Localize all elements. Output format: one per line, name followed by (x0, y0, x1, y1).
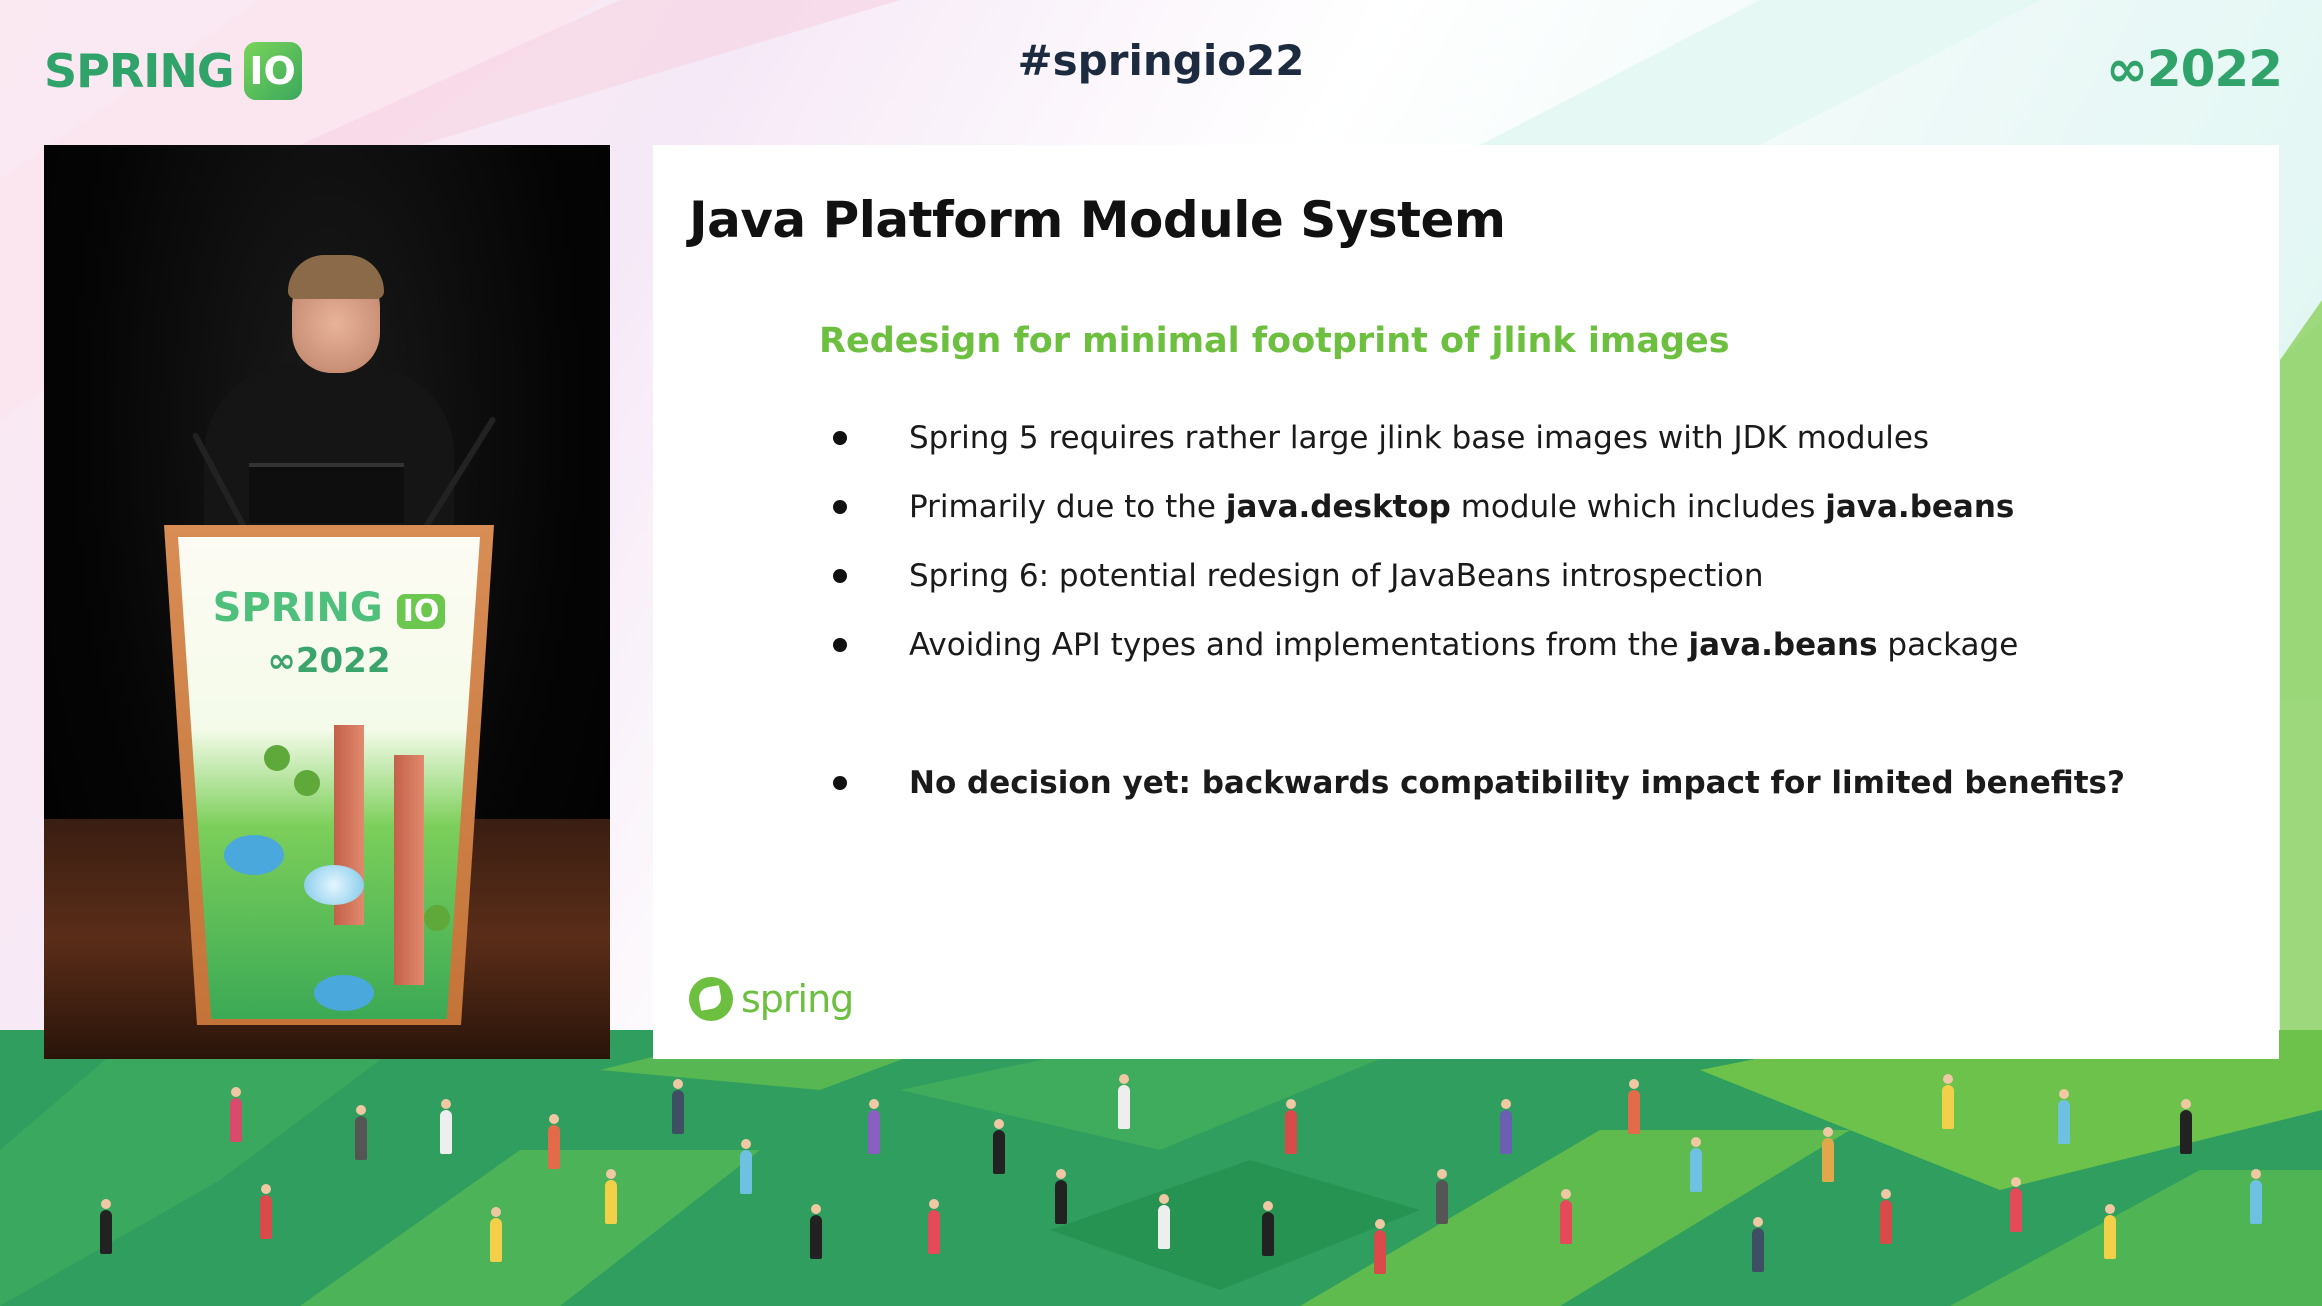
crowd-person (1560, 1189, 1572, 1244)
crowd-person (993, 1119, 1005, 1174)
bullet-item: Primarily due to the java.desktop module… (833, 486, 2125, 555)
bullet-text: Avoiding API types and implementations f… (909, 627, 1689, 663)
bullet-text: module which includes (1450, 489, 1826, 525)
crowd-person (1628, 1079, 1640, 1134)
bullet-dot-icon (833, 638, 847, 652)
bullet-list: Spring 5 requires rather large jlink bas… (833, 417, 2125, 831)
crowd-person (1158, 1194, 1170, 1249)
crowd-person (1690, 1137, 1702, 1192)
bullet-text: package (1877, 627, 2019, 663)
crowd-person (1822, 1127, 1834, 1182)
crowd-person (548, 1114, 560, 1169)
crowd-person (2104, 1204, 2116, 1259)
crowd-person (440, 1099, 452, 1154)
bullet-item: Spring 5 requires rather large jlink bas… (833, 417, 2125, 486)
spring-io-logo: SPRING IO (44, 40, 302, 102)
crowd-person (490, 1207, 502, 1262)
bullet-item: Spring 6: potential redesign of JavaBean… (833, 555, 2125, 624)
crowd-person (1942, 1074, 1954, 1129)
bullet-dot-icon (833, 569, 847, 583)
crowd-person (672, 1079, 684, 1134)
crowd-person (868, 1099, 880, 1154)
crowd-person (1285, 1099, 1297, 1154)
podium-brand: SPRING (212, 585, 383, 631)
crowd-person (928, 1199, 940, 1254)
crowd-person (740, 1139, 752, 1194)
crowd-person (230, 1087, 242, 1142)
crowd-person (605, 1169, 617, 1224)
tower (394, 755, 424, 985)
podium-logo: SPRING IO (209, 585, 449, 631)
bullet-bold-text: java.desktop (1225, 489, 1451, 525)
brand-badge-icon: IO (243, 42, 302, 100)
crowd-person (100, 1199, 112, 1254)
pond (314, 975, 374, 1011)
crowd-person (1262, 1201, 1274, 1256)
bullet-dot-icon (833, 431, 847, 445)
bullet-text: Primarily due to the (909, 489, 1226, 525)
fountain (304, 865, 364, 905)
event-hashtag: #springio22 (1017, 36, 1305, 85)
podium-badge-icon: IO (396, 594, 446, 629)
brand-wordmark: SPRING (44, 44, 235, 98)
crowd-person (2058, 1089, 2070, 1144)
crowd-person (355, 1105, 367, 1160)
crowd-person (2180, 1099, 2192, 1154)
bullet-dot-icon (833, 776, 847, 790)
bullet-bold-text: java.beans (1688, 627, 1878, 663)
bullet-text: Spring 5 requires rather large jlink bas… (909, 420, 1930, 456)
crowd-ground (0, 1030, 2322, 1306)
crowd-person (1880, 1189, 1892, 1244)
crowd-person (1374, 1219, 1386, 1274)
slide-title: Java Platform Module System (689, 191, 1506, 249)
crowd-person (2010, 1177, 2022, 1232)
bullet-dot-icon (833, 500, 847, 514)
infinity-icon: ∞ (2106, 40, 2148, 98)
crowd-person (1752, 1217, 1764, 1272)
spring-logo: spring (689, 977, 854, 1021)
speaker-hair (288, 255, 384, 299)
speaker-video: SPRING IO ∞2022 (44, 145, 610, 1059)
bullet-item: Avoiding API types and implementations f… (833, 624, 2125, 693)
presentation-slide: Java Platform Module System Redesign for… (653, 145, 2279, 1059)
crowd-person (810, 1204, 822, 1259)
crowd-person (1118, 1074, 1130, 1129)
podium-year-text: 2022 (295, 641, 391, 681)
bullet-bold-text: java.beans (1825, 489, 2015, 525)
infinity-icon: ∞ (267, 641, 296, 681)
crowd-person (1500, 1099, 1512, 1154)
event-year-logo: ∞2022 (2106, 40, 2283, 98)
tree (424, 905, 450, 931)
crowd-person (1436, 1169, 1448, 1224)
crowd-person (1055, 1169, 1067, 1224)
event-year: 2022 (2146, 40, 2283, 98)
spring-logo-text: spring (741, 977, 854, 1021)
bullet-item-conclusion: No decision yet: backwards compatibility… (833, 762, 2125, 831)
slide-subtitle: Redesign for minimal footprint of jlink … (819, 321, 1730, 361)
pond (224, 835, 284, 875)
tree (264, 745, 290, 771)
bullet-text: No decision yet: backwards compatibility… (909, 765, 2125, 801)
spring-leaf-icon (689, 977, 733, 1021)
crowd-person (2250, 1169, 2262, 1224)
crowd-person (260, 1184, 272, 1239)
bullet-text: Spring 6: potential redesign of JavaBean… (909, 558, 1764, 594)
podium-year: ∞2022 (209, 641, 449, 681)
tree (294, 770, 320, 796)
laptop (249, 463, 404, 523)
